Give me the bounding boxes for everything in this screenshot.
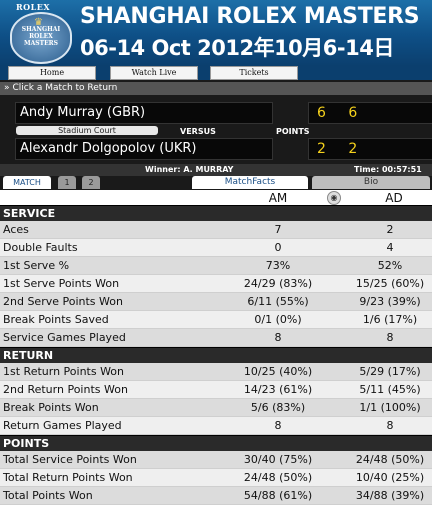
return-to-match-bar[interactable]: » Click a Match to Return (0, 82, 432, 95)
stat-label: 2nd Return Points Won (3, 383, 128, 396)
tab-set-1[interactable]: 1 (58, 176, 76, 189)
player1-stat-value: 30/40 (75%) (243, 453, 313, 466)
player2-stat-value: 5/29 (17%) (359, 365, 421, 378)
stat-row: 1st Return Points Won 10/25 (40%) 5/29 (17… (0, 363, 432, 381)
player2-stat-value: 1/6 (17%) (362, 313, 418, 326)
double-chevron-icon: » (4, 83, 10, 93)
player2-stat-value: 9/23 (39%) (359, 295, 421, 308)
section-header: SERVICE (0, 205, 432, 221)
logo-badge: ♛ SHANGHAI ROLEX MASTERS (10, 12, 72, 64)
player2-stat-value: 1/1 (100%) (359, 401, 421, 414)
match-time: Time: 00:57:51 (354, 165, 422, 174)
stat-label: 1st Serve % (3, 259, 70, 272)
stats-sections: SERVICE Aces 7 2 Double Faults 0 4 1st Serve % 7… (0, 205, 432, 505)
stat-label: Total Service Points Won (3, 453, 137, 466)
player1-name: Andy Murray (GBR) (15, 102, 273, 124)
stat-label: Return Games Played (3, 419, 122, 432)
stat-row: Total Service Points Won 30/40 (75%) 24/48… (0, 451, 432, 469)
player2-sets: 2 2 (308, 138, 432, 160)
player1-stat-value: 8 (274, 331, 282, 344)
player1-stat-value: 0/1 (0%) (254, 313, 302, 326)
player2-name: Alexandr Dolgopolov (UKR) (15, 138, 273, 160)
stat-label: Break Points Saved (3, 313, 109, 326)
tab-bio[interactable]: Bio (312, 176, 430, 189)
player1-stat-value: 73% (265, 259, 291, 272)
player2-stat-value: 34/88 (39%) (355, 489, 425, 502)
stat-label: 1st Return Points Won (3, 365, 125, 378)
player1-column-label: AM (268, 191, 288, 205)
player1-stat-value: 8 (274, 419, 282, 432)
player2-column-label: AD (385, 191, 403, 205)
player2-stat-value: 5/11 (45%) (359, 383, 421, 396)
stat-row: Total Return Points Won 24/48 (50%) 10/40 … (0, 469, 432, 487)
stat-row: Aces 7 2 (0, 221, 432, 239)
player1-sets: 6 6 (308, 102, 432, 124)
tournament-dates: 06-14 Oct 2012年10月6-14日 (80, 36, 394, 60)
stat-label: Total Return Points Won (3, 471, 133, 484)
stats-table: AM ◉ AD SERVICE Aces 7 2 Double Faults 0 4 1st … (0, 190, 432, 505)
header-banner: ROLEX ♛ SHANGHAI ROLEX MASTERS SHANGHAI RO… (0, 0, 432, 66)
stat-row: Double Faults 0 4 (0, 239, 432, 257)
nav-home-button[interactable]: Home (8, 66, 96, 80)
player2-stat-value: 52% (377, 259, 403, 272)
nav-watch-live-button[interactable]: Watch Live (110, 66, 198, 80)
stat-row: 2nd Serve Points Won 6/11 (55%) 9/23 (39%) (0, 293, 432, 311)
stat-row: Return Games Played 8 8 (0, 417, 432, 435)
logo-text: SHANGHAI ROLEX MASTERS (21, 26, 61, 47)
stat-label: Double Faults (3, 241, 78, 254)
stat-label: 2nd Serve Points Won (3, 295, 123, 308)
player1-stat-value: 0 (274, 241, 282, 254)
winner-text: Winner: A. MURRAY (145, 165, 234, 174)
player1-stat-value: 10/25 (40%) (243, 365, 313, 378)
player2-stat-value: 10/40 (25%) (355, 471, 425, 484)
stat-row: 1st Serve % 73% 52% (0, 257, 432, 275)
winner-bar: Winner: A. MURRAY Time: 00:57:51 (0, 164, 432, 176)
player1-stat-value: 5/6 (83%) (250, 401, 306, 414)
stat-label: Service Games Played (3, 331, 126, 344)
section-header: RETURN (0, 347, 432, 363)
page-title: SHANGHAI ROLEX MASTERS (80, 4, 420, 29)
rolex-brand: ROLEX (16, 2, 51, 12)
stat-label: Aces (3, 223, 29, 236)
return-label: Click a Match to Return (12, 83, 118, 93)
stat-row: Break Points Saved 0/1 (0%) 1/6 (17%) (0, 311, 432, 329)
stat-row: Total Points Won 54/88 (61%) 34/88 (39%) (0, 487, 432, 505)
player2-stat-value: 24/48 (50%) (355, 453, 425, 466)
player2-stat-value: 4 (386, 241, 394, 254)
player2-stat-value: 8 (386, 419, 394, 432)
tabs-row: MATCH 1 2 MatchFacts Bio (0, 176, 432, 190)
player1-stat-value: 14/23 (61%) (243, 383, 313, 396)
court-label: Stadium Court (16, 126, 158, 135)
player2-stat-value: 15/25 (60%) (355, 277, 425, 290)
stat-row: 2nd Return Points Won 14/23 (61%) 5/11 (45… (0, 381, 432, 399)
stat-label: Break Points Won (3, 401, 99, 414)
stat-label: Total Points Won (3, 489, 93, 502)
circle-toggle-icon[interactable]: ◉ (327, 191, 341, 205)
stat-row: Service Games Played 8 8 (0, 329, 432, 347)
tab-matchfacts[interactable]: MatchFacts (192, 176, 308, 189)
versus-label: VERSUS (180, 127, 216, 136)
player2-stat-value: 2 (386, 223, 394, 236)
player1-stat-value: 24/29 (83%) (243, 277, 313, 290)
nav-tickets-button[interactable]: Tickets (210, 66, 298, 80)
top-nav: Home Watch Live Tickets (0, 66, 432, 80)
tournament-logo: ROLEX ♛ SHANGHAI ROLEX MASTERS (8, 2, 72, 64)
player1-stat-value: 24/48 (50%) (243, 471, 313, 484)
stat-row: Break Points Won 5/6 (83%) 1/1 (100%) (0, 399, 432, 417)
tab-match[interactable]: MATCH (3, 176, 51, 189)
column-header: AM ◉ AD (0, 190, 432, 205)
points-label: POINTS (276, 127, 310, 136)
tab-set-2[interactable]: 2 (82, 176, 100, 189)
section-header: POINTS (0, 435, 432, 451)
player1-stat-value: 54/88 (61%) (243, 489, 313, 502)
player1-stat-value: 7 (274, 223, 282, 236)
player2-stat-value: 8 (386, 331, 394, 344)
player1-stat-value: 6/11 (55%) (247, 295, 309, 308)
stat-row: 1st Serve Points Won 24/29 (83%) 15/25 (60… (0, 275, 432, 293)
stat-label: 1st Serve Points Won (3, 277, 120, 290)
